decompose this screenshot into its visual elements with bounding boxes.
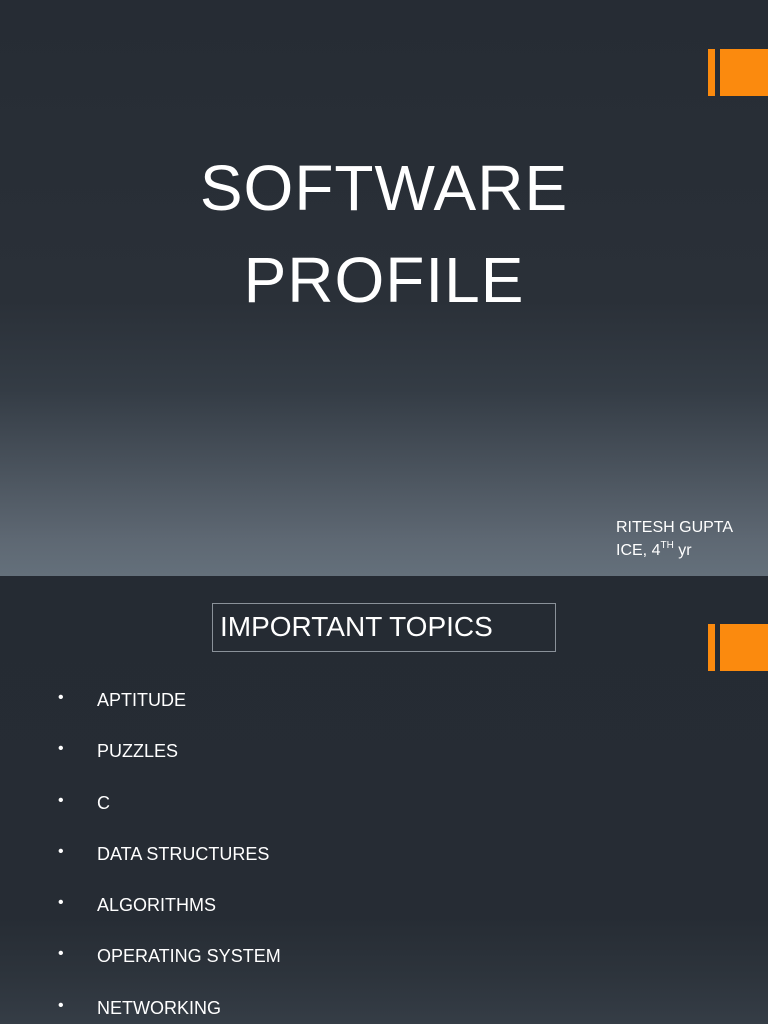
bullet-icon: • [58, 894, 64, 912]
title-slide: SOFTWARE PROFILE RITESH GUPTA ICE, 4TH y… [0, 0, 768, 576]
topic-label: DATA STRUCTURES [97, 843, 270, 864]
topic-list: • APTITUDE • PUZZLES • C • DATA STRUCTUR… [0, 687, 600, 1024]
list-item: • PUZZLES [0, 738, 600, 789]
bullet-icon: • [58, 791, 64, 809]
accent-thick-stripe [720, 624, 768, 671]
list-item: • OPERATING SYSTEM [0, 943, 600, 994]
title-line-2: PROFILE [243, 244, 525, 316]
author-detail: ICE, 4TH yr [616, 539, 733, 562]
topic-label: PUZZLES [97, 741, 179, 762]
orange-accent-bar [708, 49, 768, 96]
author-name: RITESH GUPTA [616, 519, 734, 536]
bullet-icon: • [58, 842, 64, 860]
bullet-icon: • [58, 689, 64, 706]
author-block: RITESH GUPTA ICE, 4TH yr [616, 516, 733, 562]
topic-label: OPERATING SYSTEM [97, 946, 281, 967]
list-item: • C [0, 790, 600, 841]
accent-thin-stripe [708, 624, 715, 671]
orange-accent-bar [708, 624, 768, 671]
list-item: • ALGORITHMS [0, 892, 600, 943]
heading-box: IMPORTANT TOPICS [212, 603, 556, 652]
topics-slide: IMPORTANT TOPICS • APTITUDE • PUZZLES • … [0, 576, 768, 1024]
title-line-1: SOFTWARE [199, 152, 569, 224]
bullet-icon: • [58, 740, 64, 758]
document-viewer: SOFTWARE PROFILE RITESH GUPTA ICE, 4TH y… [0, 0, 768, 1024]
slide-title: SOFTWARE PROFILE [0, 142, 768, 326]
list-item: • NETWORKING [0, 995, 600, 1024]
list-item: • APTITUDE [0, 687, 600, 738]
topic-label: C [97, 792, 110, 813]
topic-label: NETWORKING [97, 997, 221, 1018]
topic-label: APTITUDE [97, 690, 187, 710]
accent-thin-stripe [708, 49, 715, 96]
bullet-icon: • [58, 945, 64, 963]
bullet-icon: • [58, 996, 64, 1014]
author-detail-superscript: TH [660, 540, 674, 551]
accent-thick-stripe [720, 49, 768, 96]
topic-label: ALGORITHMS [97, 895, 217, 916]
author-detail-suffix: yr [673, 542, 692, 559]
slide-heading: IMPORTANT TOPICS [220, 611, 493, 642]
list-item: • DATA STRUCTURES [0, 841, 600, 892]
author-detail-prefix: ICE, 4 [616, 542, 661, 559]
